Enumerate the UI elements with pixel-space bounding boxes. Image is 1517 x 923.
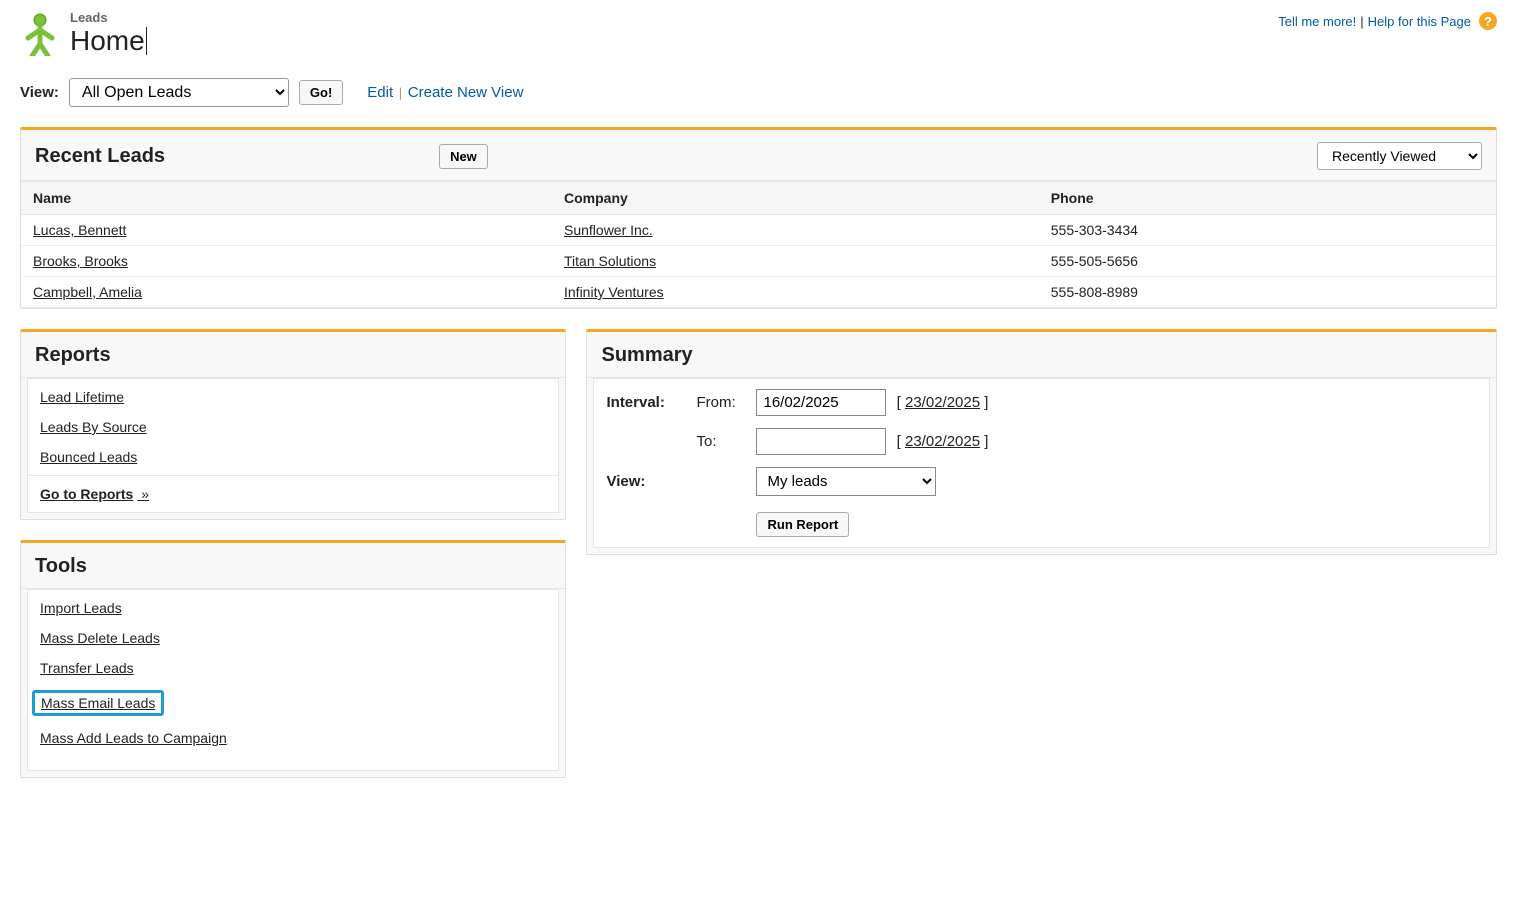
view-bar: View: All Open Leads Go! Edit | Create N…	[20, 78, 1497, 107]
tool-link[interactable]: Transfer Leads	[40, 660, 134, 676]
lead-company-link[interactable]: Titan Solutions	[564, 253, 656, 269]
from-date-link[interactable]: 23/02/2025	[905, 394, 980, 411]
tools-panel: Tools Import Leads Mass Delete Leads Trans…	[20, 540, 566, 778]
view-label: View:	[20, 84, 59, 101]
view-select[interactable]: All Open Leads	[69, 78, 289, 107]
two-column-layout: Reports Lead Lifetime Leads By Source Boun…	[20, 329, 1497, 798]
from-label: From:	[696, 394, 756, 411]
report-link[interactable]: Lead Lifetime	[40, 389, 546, 405]
highlighted-tool-link: Mass Email Leads	[32, 690, 164, 716]
page-subtitle: Leads	[70, 10, 145, 25]
run-report-button[interactable]: Run Report	[756, 512, 849, 537]
go-button[interactable]: Go!	[299, 80, 343, 105]
summary-view-select[interactable]: My leads	[756, 467, 936, 496]
header-help-links: Tell me more! | Help for this Page ?	[1278, 10, 1497, 30]
reports-title: Reports	[35, 344, 111, 367]
leads-person-icon	[20, 10, 60, 58]
create-new-view-link[interactable]: Create New View	[408, 84, 524, 101]
help-icon[interactable]: ?	[1479, 12, 1497, 30]
tell-me-more-link[interactable]: Tell me more!	[1278, 14, 1356, 29]
lead-name-link[interactable]: Brooks, Brooks	[33, 253, 128, 269]
tool-link[interactable]: Mass Add Leads to Campaign	[40, 730, 227, 746]
table-row: Lucas, Bennett Sunflower Inc. 555-303-3434	[21, 215, 1496, 246]
go-to-reports-link[interactable]: Go to Reports »	[40, 486, 149, 502]
to-date-input[interactable]	[756, 428, 886, 455]
recent-leads-table: Name Company Phone Lucas, Bennett Sunflow…	[21, 181, 1496, 308]
lead-phone: 555-808-8989	[1039, 277, 1496, 308]
column-header-name: Name	[21, 182, 552, 215]
reports-links: Lead Lifetime Leads By Source Bounced Lead…	[27, 378, 559, 476]
lead-company-link[interactable]: Sunflower Inc.	[564, 222, 653, 238]
interval-label: Interval:	[606, 394, 696, 411]
recently-viewed-select[interactable]: Recently Viewed	[1317, 142, 1482, 170]
tool-link[interactable]: Import Leads	[40, 600, 122, 616]
help-for-page-link[interactable]: Help for this Page	[1368, 14, 1471, 29]
recent-leads-title: Recent Leads	[35, 145, 165, 168]
edit-view-link[interactable]: Edit	[367, 84, 393, 101]
lead-company-link[interactable]: Infinity Ventures	[564, 284, 664, 300]
tools-links: Import Leads Mass Delete Leads Transfer Le…	[27, 589, 559, 771]
text-cursor	[146, 27, 147, 55]
header-left: Leads Home	[20, 10, 145, 58]
table-row: Campbell, Amelia Infinity Ventures 555-808…	[21, 277, 1496, 308]
column-header-phone: Phone	[1039, 182, 1496, 215]
lead-name-link[interactable]: Lucas, Bennett	[33, 222, 126, 238]
tools-title: Tools	[35, 555, 87, 578]
lead-phone: 555-303-3434	[1039, 215, 1496, 246]
summary-panel: Summary Interval: From: [ 23/02/2025 ] T…	[586, 329, 1497, 555]
lead-phone: 555-505-5656	[1039, 246, 1496, 277]
summary-view-label: View:	[606, 473, 696, 490]
report-link[interactable]: Leads By Source	[40, 419, 546, 435]
to-label: To:	[696, 433, 756, 450]
page-title: Home	[70, 25, 145, 57]
page-header: Leads Home Tell me more! | Help for this…	[20, 10, 1497, 58]
report-link[interactable]: Bounced Leads	[40, 449, 546, 465]
header-title-block: Leads Home	[70, 10, 145, 57]
summary-title: Summary	[601, 344, 692, 367]
from-date-input[interactable]	[756, 389, 886, 416]
recent-leads-header: Recent Leads New Recently Viewed	[21, 130, 1496, 181]
table-row: Brooks, Brooks Titan Solutions 555-505-565…	[21, 246, 1496, 277]
lead-name-link[interactable]: Campbell, Amelia	[33, 284, 142, 300]
tool-link[interactable]: Mass Email Leads	[41, 695, 155, 711]
new-lead-button[interactable]: New	[439, 144, 488, 169]
column-header-company: Company	[552, 182, 1039, 215]
reports-panel: Reports Lead Lifetime Leads By Source Boun…	[20, 329, 566, 520]
to-date-link[interactable]: 23/02/2025	[905, 433, 980, 450]
tool-link[interactable]: Mass Delete Leads	[40, 630, 160, 646]
recent-leads-panel: Recent Leads New Recently Viewed Name Co…	[20, 127, 1497, 309]
